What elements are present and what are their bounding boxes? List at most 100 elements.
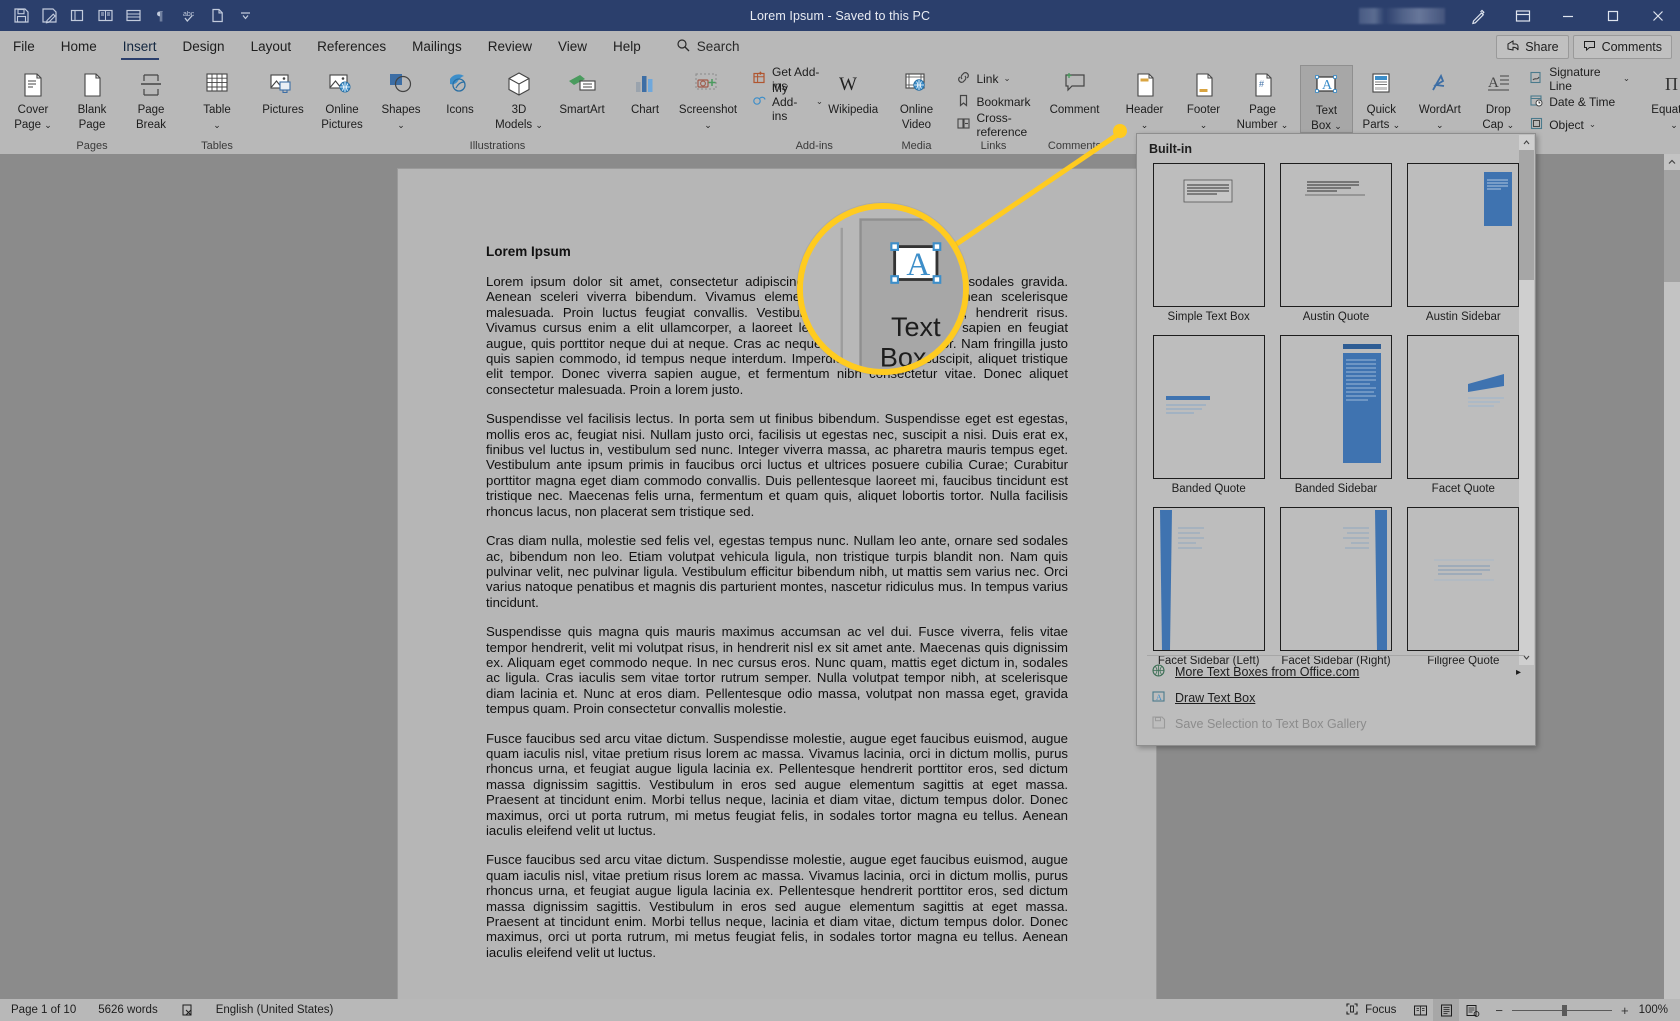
- text-box-button[interactable]: A Text Box ⌄: [1299, 65, 1354, 133]
- chevron-down-icon[interactable]: ⌄: [816, 96, 823, 107]
- wikipedia-button[interactable]: W Wikipedia: [827, 65, 880, 117]
- document-page[interactable]: Lorem Ipsum Lorem ipsum dolor sit amet, …: [398, 169, 1156, 999]
- gallery-item-austin-quote[interactable]: Austin Quote: [1272, 161, 1399, 333]
- online-pictures-button[interactable]: Online Pictures: [313, 65, 371, 131]
- cross-reference-label: Cross-reference: [976, 110, 1028, 139]
- chevron-down-icon[interactable]: ⌄: [1334, 121, 1342, 131]
- minimize-button[interactable]: [1545, 0, 1590, 31]
- zoom-in-button[interactable]: +: [1621, 1003, 1629, 1018]
- cover-page-button[interactable]: Cover Page ⌄: [4, 65, 62, 131]
- chevron-down-icon[interactable]: ⌄: [44, 120, 52, 130]
- gallery-item-banded-quote[interactable]: Banded Quote: [1145, 333, 1272, 505]
- close-button[interactable]: [1635, 0, 1680, 31]
- chevron-down-icon[interactable]: ⌄: [1507, 120, 1515, 130]
- tab-mailings[interactable]: Mailings: [399, 31, 475, 62]
- screenshot-button[interactable]: Screenshot ⌄: [675, 65, 741, 131]
- zoom-slider[interactable]: − +: [1485, 1003, 1638, 1018]
- gallery-item-facet-quote[interactable]: Facet Quote: [1400, 333, 1527, 505]
- tab-file[interactable]: File: [0, 31, 48, 62]
- chevron-down-icon[interactable]: ⌄: [1589, 119, 1596, 130]
- drop-cap-button[interactable]: A Drop Cap ⌄: [1471, 65, 1525, 131]
- tab-view[interactable]: View: [545, 31, 600, 62]
- ribbon-display-options-icon[interactable]: [1500, 0, 1545, 31]
- gallery-item-simple-text-box[interactable]: Simple Text Box: [1145, 161, 1272, 333]
- date-time-button[interactable]: Date & Time: [1526, 90, 1633, 113]
- chevron-down-icon[interactable]: ⌄: [1670, 120, 1678, 130]
- quick-parts-button[interactable]: Quick Parts ⌄: [1354, 65, 1408, 131]
- chevron-down-icon[interactable]: ⌄: [704, 120, 712, 130]
- gallery-scrollbar-thumb[interactable]: [1519, 150, 1534, 280]
- chevron-down-icon[interactable]: ⌄: [1436, 120, 1444, 130]
- tab-home[interactable]: Home: [48, 31, 110, 62]
- chevron-down-icon[interactable]: ⌄: [1393, 120, 1401, 130]
- more-text-boxes-menu-item[interactable]: More Text Boxes from Office.com ▸: [1137, 659, 1535, 685]
- chart-button[interactable]: Chart: [616, 65, 674, 117]
- document-vertical-scrollbar[interactable]: [1664, 154, 1680, 999]
- zoom-level[interactable]: 100%: [1639, 1004, 1680, 1016]
- gallery-scrollbar[interactable]: [1519, 135, 1534, 665]
- chevron-down-icon[interactable]: ⌄: [397, 120, 405, 130]
- 3d-models-button[interactable]: 3D Models ⌄: [490, 65, 548, 131]
- smartart-button[interactable]: SmartArt: [549, 65, 615, 117]
- scroll-up-icon[interactable]: [1519, 135, 1534, 150]
- web-layout-view-icon[interactable]: [1459, 999, 1485, 1021]
- comment-button[interactable]: Comment: [1042, 65, 1108, 117]
- chevron-down-icon[interactable]: ⌄: [1200, 120, 1208, 130]
- print-layout-view-icon[interactable]: [1433, 999, 1460, 1021]
- tab-help[interactable]: Help: [600, 31, 654, 62]
- shapes-button[interactable]: Shapes ⌄: [372, 65, 430, 131]
- icons-button[interactable]: Icons: [431, 65, 489, 117]
- page-number-label-2: Number: [1236, 118, 1278, 131]
- online-video-button[interactable]: Online Video: [887, 65, 945, 131]
- chevron-down-icon[interactable]: ⌄: [213, 120, 221, 130]
- link-button[interactable]: Link ⌄: [953, 67, 1033, 90]
- chevron-down-icon[interactable]: ⌄: [1281, 120, 1289, 130]
- word-count[interactable]: 5626 words: [87, 1004, 168, 1016]
- scrollbar-thumb[interactable]: [1664, 170, 1680, 282]
- tab-design[interactable]: Design: [170, 31, 238, 62]
- my-addins-button[interactable]: My Add-ins ⌄: [749, 81, 826, 123]
- share-button[interactable]: Share: [1496, 34, 1569, 59]
- language-indicator[interactable]: English (United States): [205, 1004, 345, 1016]
- page-indicator[interactable]: Page 1 of 10: [0, 1004, 87, 1016]
- tab-review[interactable]: Review: [475, 31, 545, 62]
- header-button[interactable]: Header ⌄: [1116, 65, 1174, 131]
- gallery-item-austin-sidebar[interactable]: Austin Sidebar: [1400, 161, 1527, 333]
- footer-button[interactable]: Footer ⌄: [1175, 65, 1233, 131]
- equation-button[interactable]: Π Equation ⌄: [1641, 65, 1680, 131]
- chevron-down-icon[interactable]: ⌄: [1623, 73, 1630, 84]
- draw-text-box-menu-item[interactable]: A Draw Text Box: [1137, 685, 1535, 711]
- tab-insert[interactable]: Insert: [110, 31, 170, 62]
- scroll-up-icon[interactable]: [1664, 154, 1680, 170]
- tab-references[interactable]: References: [304, 31, 399, 62]
- comment-icon: [1058, 68, 1092, 102]
- chevron-down-icon[interactable]: ⌄: [535, 120, 543, 130]
- comments-button[interactable]: Comments: [1572, 34, 1672, 59]
- proofing-errors-icon[interactable]: [169, 1003, 205, 1017]
- restore-button[interactable]: [1590, 0, 1635, 31]
- gallery-caption: Austin Quote: [1302, 311, 1370, 323]
- wordart-button[interactable]: WordArt ⌄: [1409, 65, 1470, 131]
- chevron-right-icon[interactable]: ▸: [1516, 667, 1521, 678]
- blank-page-button[interactable]: Blank Page: [63, 65, 121, 131]
- chevron-down-icon[interactable]: ⌄: [1141, 120, 1149, 130]
- page-number-button[interactable]: # Page Number ⌄: [1234, 65, 1292, 131]
- pictures-button[interactable]: Pictures: [254, 65, 312, 117]
- text-box-gallery-dropdown[interactable]: Built-in Simple Text Box Austin Quote Au…: [1136, 133, 1536, 746]
- ink-pen-icon[interactable]: [1455, 0, 1500, 31]
- focus-button[interactable]: Focus: [1334, 1002, 1407, 1019]
- draw-text-box-label: Draw Text Box: [1175, 691, 1256, 705]
- signature-line-button[interactable]: Signature Line ⌄: [1526, 65, 1633, 93]
- search-input[interactable]: Search: [654, 31, 740, 62]
- object-button[interactable]: Object ⌄: [1526, 113, 1633, 136]
- chevron-down-icon[interactable]: ⌄: [1003, 73, 1010, 84]
- gallery-item-banded-sidebar[interactable]: Banded Sidebar: [1272, 333, 1399, 505]
- page-break-button[interactable]: Page Break: [122, 65, 180, 131]
- table-button[interactable]: Table ⌄: [188, 65, 246, 131]
- zoom-track[interactable]: [1511, 1004, 1612, 1016]
- read-mode-view-icon[interactable]: [1407, 999, 1433, 1021]
- cross-reference-button[interactable]: Cross-reference: [953, 110, 1033, 139]
- zoom-out-button[interactable]: −: [1495, 1003, 1503, 1018]
- zoom-knob[interactable]: [1561, 1004, 1567, 1016]
- tab-layout[interactable]: Layout: [238, 31, 305, 62]
